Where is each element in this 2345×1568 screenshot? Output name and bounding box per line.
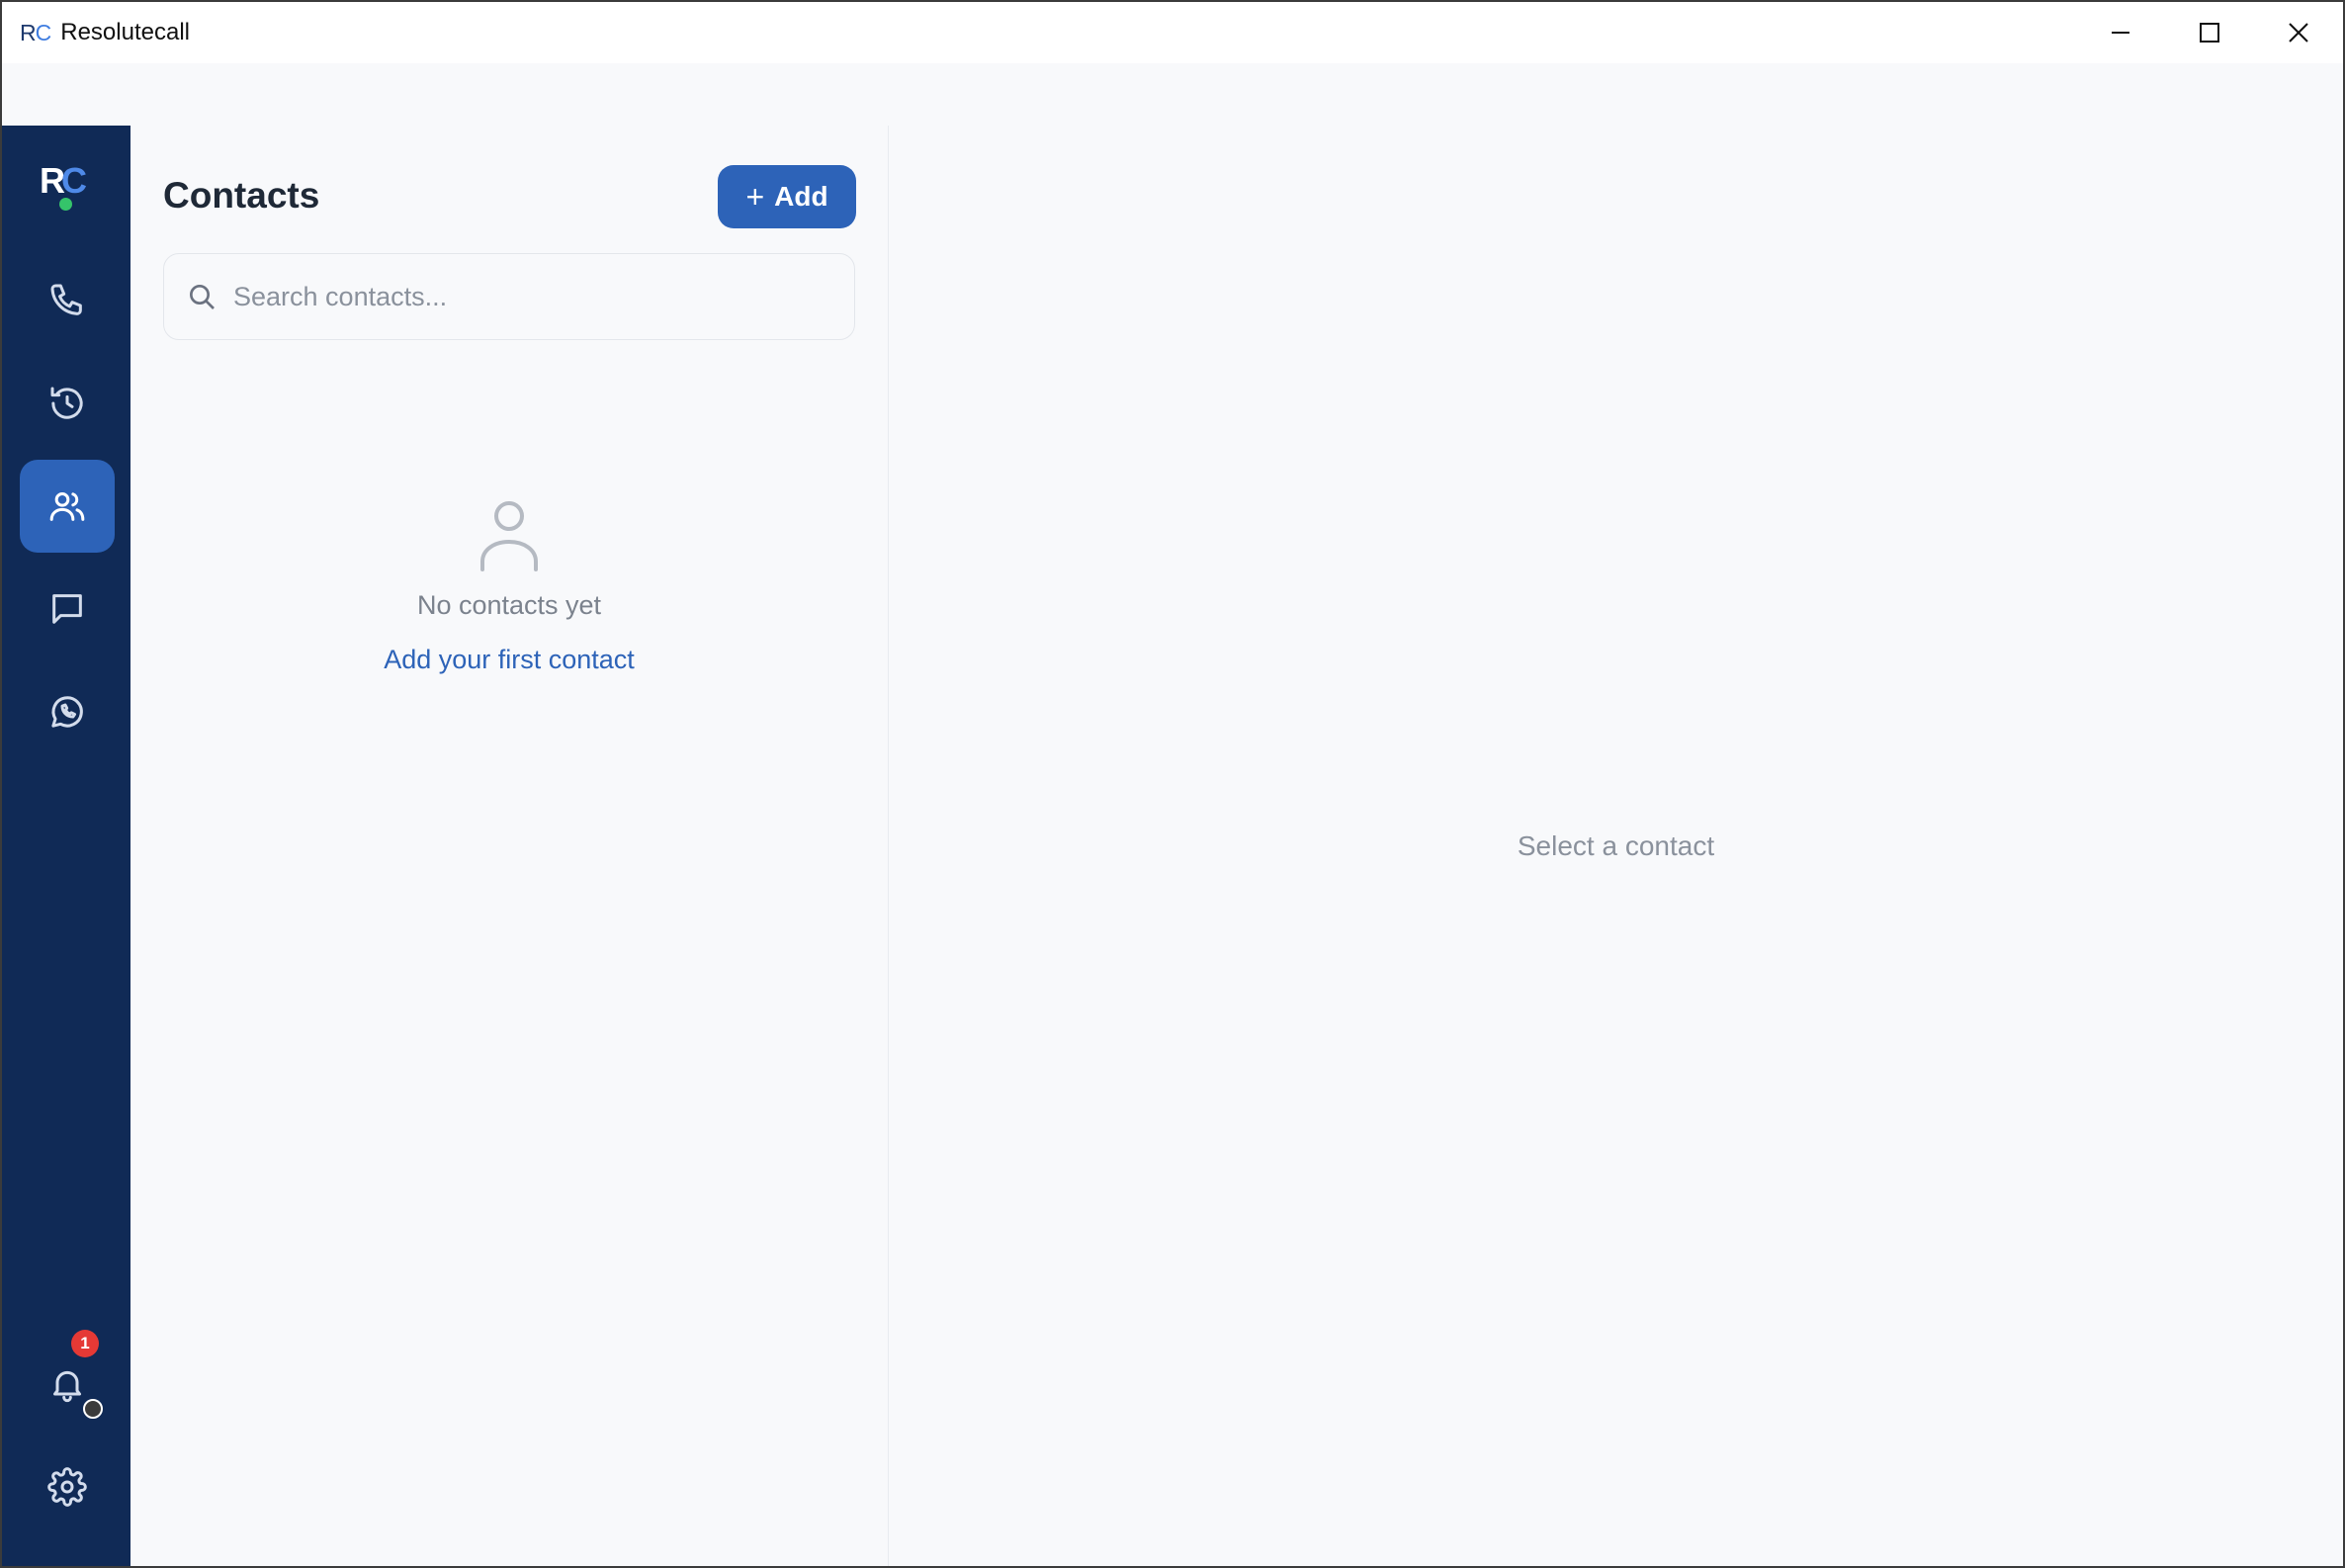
sidebar-item-whatsapp[interactable]	[20, 665, 115, 758]
app-logo-icon: RC	[20, 19, 51, 45]
sidebar-item-contacts[interactable]	[20, 460, 115, 553]
app-window: RC Resolutecall R C 1 Contacts + Add Sea…	[0, 0, 2345, 1568]
sidebar-item-messages[interactable]	[20, 563, 115, 655]
sidebar-item-phone[interactable]	[20, 254, 115, 347]
whatsapp-icon	[51, 696, 83, 728]
message-icon	[52, 594, 82, 624]
gear-icon	[47, 1467, 87, 1507]
users-icon	[49, 492, 85, 521]
contact-detail-panel: Select a contact	[889, 126, 2343, 1566]
page-title: Contacts	[163, 175, 320, 216]
maximize-button[interactable]	[2165, 2, 2254, 63]
title-bar: RC Resolutecall	[2, 2, 2343, 63]
maximize-icon	[2200, 23, 2219, 43]
search-icon	[190, 285, 215, 309]
minimize-icon	[2112, 32, 2129, 34]
phone-icon	[50, 284, 82, 315]
online-status-dot	[59, 198, 72, 211]
search-input[interactable]	[231, 280, 828, 313]
empty-state-user-icon	[475, 496, 544, 573]
settings-button[interactable]	[20, 1440, 115, 1533]
contacts-panel: Contacts + Add No contacts yet Add your …	[130, 126, 889, 1566]
close-button[interactable]	[2254, 2, 2343, 63]
add-button-label: Add	[774, 181, 828, 212]
bell-icon	[53, 1370, 81, 1403]
history-icon	[50, 387, 83, 419]
search-box	[163, 253, 855, 340]
detail-placeholder: Select a contact	[1517, 830, 1715, 861]
sidebar: R C 1	[2, 126, 130, 1566]
window-title: Resolutecall	[60, 19, 190, 45]
brand-logo: R C	[40, 161, 99, 220]
notification-badge: 1	[71, 1330, 99, 1357]
add-contact-button[interactable]: + Add	[718, 165, 856, 228]
add-first-contact-link[interactable]: Add your first contact	[130, 645, 888, 675]
notifications-button[interactable]: 1	[20, 1330, 115, 1431]
title-spacer	[2, 63, 2343, 126]
presence-status-dot	[83, 1399, 103, 1419]
plus-icon: +	[745, 179, 765, 215]
sidebar-item-history[interactable]	[20, 357, 115, 450]
empty-state-text: No contacts yet	[416, 590, 602, 620]
minimize-button[interactable]	[2076, 2, 2165, 63]
close-icon	[2289, 23, 2308, 43]
